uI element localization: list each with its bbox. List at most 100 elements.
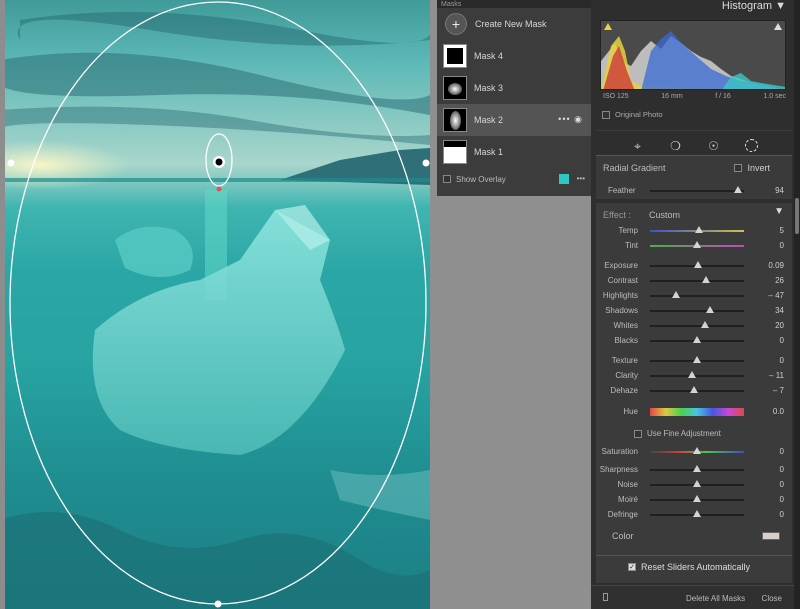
contrast-slider[interactable]: Contrast 26 <box>596 274 792 288</box>
slider-value[interactable]: 0.09 <box>768 261 784 270</box>
slider-knob[interactable] <box>693 356 701 363</box>
dehaze-slider[interactable]: Dehaze – 7 <box>596 384 792 398</box>
tint-slider[interactable]: Tint 0 <box>596 239 792 253</box>
slider-value[interactable]: 26 <box>775 276 784 285</box>
slider-knob[interactable] <box>700 321 709 328</box>
slider-value[interactable]: 0 <box>780 241 784 250</box>
slider-knob[interactable] <box>693 465 701 472</box>
saturation-value[interactable]: 0 <box>780 447 784 456</box>
slider-knob[interactable] <box>706 306 715 313</box>
shadows-slider[interactable]: Shadows 34 <box>596 304 792 318</box>
collapse-triangle-icon[interactable]: ▼ <box>774 206 784 217</box>
slider-label: Texture <box>611 356 638 365</box>
slider-value[interactable]: 0 <box>780 465 784 474</box>
exposure-slider[interactable]: Exposure 0.09 <box>596 259 792 273</box>
hue-slider[interactable]: Hue 0.0 <box>596 405 792 419</box>
slider-value[interactable]: 0 <box>780 480 784 489</box>
mask-row-tools[interactable]: ••• ◉ <box>558 114 583 125</box>
healing-icon[interactable]: ❍ <box>669 139 683 153</box>
effect-preset-dropdown[interactable]: Custom <box>649 210 680 220</box>
scrollbar-thumb[interactable] <box>795 198 799 234</box>
moir--slider[interactable]: Moiré 0 <box>596 493 792 507</box>
sharpness-slider[interactable]: Sharpness 0 <box>596 463 792 477</box>
delete-all-masks-button[interactable]: Delete All Masks <box>686 594 745 603</box>
aperture-value: f / 16 <box>715 93 731 100</box>
masking-icon[interactable] <box>744 139 758 152</box>
slider-knob[interactable] <box>693 336 701 343</box>
slider-knob[interactable] <box>693 510 701 517</box>
slider-value[interactable]: 34 <box>775 306 784 315</box>
slider-track[interactable] <box>650 375 744 377</box>
slider-knob[interactable] <box>693 261 702 268</box>
histogram-header[interactable]: Histogram ▼ <box>722 0 786 12</box>
slider-track[interactable] <box>650 280 744 282</box>
slider-value[interactable]: – 11 <box>769 371 784 380</box>
overlay-color-swatch[interactable] <box>559 174 569 184</box>
slider-value[interactable]: 5 <box>780 226 784 235</box>
blacks-slider[interactable]: Blacks 0 <box>596 334 792 348</box>
show-overlay-checkbox[interactable] <box>443 175 451 183</box>
clarity-slider[interactable]: Clarity – 11 <box>596 369 792 383</box>
overlay-more-icon[interactable]: ••• <box>577 174 585 183</box>
slider-knob[interactable] <box>694 226 703 233</box>
red-eye-icon[interactable]: ☉ <box>707 139 721 153</box>
photo-canvas[interactable] <box>0 0 430 609</box>
slider-track[interactable] <box>650 325 744 327</box>
slider-value[interactable]: 0 <box>780 495 784 504</box>
slider-knob[interactable] <box>693 447 701 454</box>
highlight-clip-indicator[interactable] <box>774 23 782 30</box>
reset-checkbox-checked[interactable]: ✓ <box>628 562 636 571</box>
slider-value[interactable]: 0 <box>780 510 784 519</box>
slider-value[interactable]: 0 <box>780 356 784 365</box>
slider-knob[interactable] <box>693 495 701 502</box>
slider-track[interactable] <box>650 295 744 297</box>
feather-slider[interactable]: Feather 94 <box>596 184 792 198</box>
slider-value[interactable]: 0 <box>780 336 784 345</box>
slider-knob[interactable] <box>693 241 701 248</box>
slider-knob[interactable] <box>702 276 711 283</box>
slider-value[interactable]: – 47 <box>768 291 784 300</box>
fine-adjust-toggle[interactable]: Use Fine Adjustment <box>634 429 721 438</box>
slider-knob[interactable] <box>672 291 681 298</box>
mask-list-item-1[interactable]: Mask 1 <box>437 136 591 168</box>
eye-icon[interactable]: ◉ <box>574 114 583 124</box>
more-options-icon[interactable]: ••• <box>558 114 570 124</box>
temp-slider[interactable]: Temp 5 <box>596 224 792 238</box>
slider-knob[interactable] <box>693 480 701 487</box>
mask-list-item-4[interactable]: Mask 4 <box>437 40 591 72</box>
slider-value[interactable]: – 7 <box>773 386 784 395</box>
noise-slider[interactable]: Noise 0 <box>596 478 792 492</box>
slider-track[interactable] <box>650 310 744 312</box>
slider-knob[interactable] <box>688 371 697 378</box>
fine-adjust-checkbox[interactable] <box>634 429 642 438</box>
mask-list-item-3[interactable]: Mask 3 <box>437 72 591 104</box>
highlights-slider[interactable]: Highlights – 47 <box>596 289 792 303</box>
shadow-clip-indicator[interactable] <box>604 23 612 30</box>
mask-list-item-2[interactable]: Mask 2 ••• ◉ <box>437 104 591 136</box>
close-button[interactable]: Close <box>762 594 782 603</box>
slider-knob[interactable] <box>734 186 743 193</box>
invert-checkbox[interactable] <box>734 164 743 172</box>
slider-track[interactable] <box>650 190 744 192</box>
hue-value[interactable]: 0.0 <box>773 407 784 416</box>
feather-value[interactable]: 94 <box>775 186 784 195</box>
panel-scrollbar[interactable] <box>794 0 800 609</box>
radial-mask-overlay[interactable] <box>0 0 430 609</box>
defringe-slider[interactable]: Defringe 0 <box>596 508 792 522</box>
create-new-mask-button[interactable]: + Create New Mask <box>437 8 591 40</box>
slider-value[interactable]: 20 <box>775 321 784 330</box>
mask-thumbnail <box>443 44 467 68</box>
original-photo-toggle[interactable]: Original Photo <box>602 110 663 119</box>
switch-icon[interactable] <box>603 593 608 601</box>
original-photo-checkbox[interactable] <box>602 110 610 119</box>
color-swatch[interactable] <box>762 532 780 540</box>
whites-slider[interactable]: Whites 20 <box>596 319 792 333</box>
slider-knob[interactable] <box>690 386 699 393</box>
crop-icon[interactable]: ⌖ <box>631 139 645 153</box>
texture-slider[interactable]: Texture 0 <box>596 354 792 368</box>
saturation-slider[interactable]: Saturation 0 <box>596 445 792 459</box>
hue-spectrum-track[interactable] <box>650 408 744 416</box>
collapse-triangle-icon: ▼ <box>775 0 786 12</box>
invert-toggle[interactable]: Invert <box>734 163 770 173</box>
reset-sliders-toggle[interactable]: ✓ Reset Sliders Automatically <box>596 555 792 577</box>
